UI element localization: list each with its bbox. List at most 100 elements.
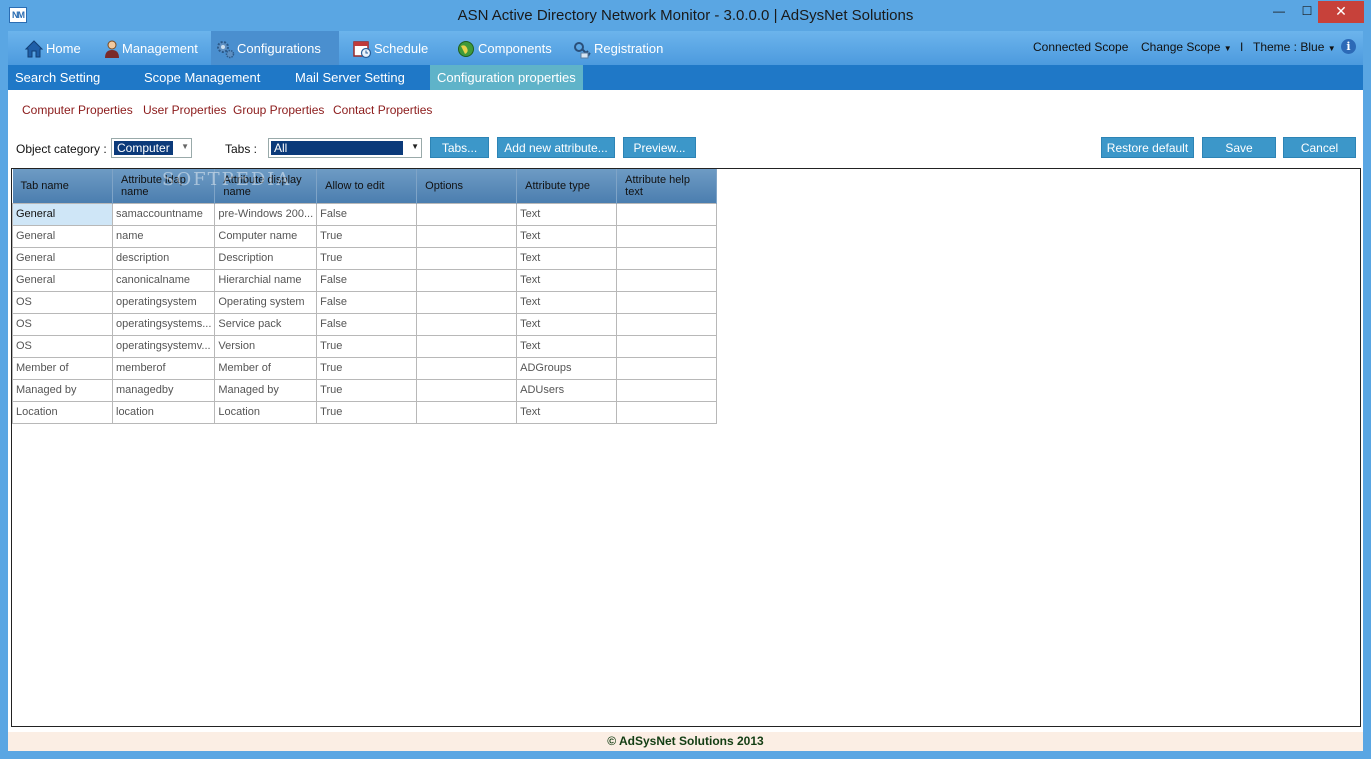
table-cell[interactable]: memberof	[111, 356, 216, 380]
table-cell[interactable]: name	[111, 224, 216, 248]
table-cell[interactable]: Operating system	[214, 290, 318, 314]
table-cell[interactable]	[616, 400, 718, 424]
table-cell[interactable]: Location	[214, 400, 318, 424]
table-cell[interactable]: Service pack	[214, 312, 318, 336]
table-cell[interactable]: True	[316, 334, 418, 358]
table-cell[interactable]	[416, 378, 518, 402]
group-properties-link[interactable]: Group Properties	[233, 103, 324, 117]
table-row[interactable]: General canonicalname Hierarchial name Fals…	[12, 268, 718, 292]
table-row[interactable]: Member of memberof Member of True ADGroups	[12, 356, 718, 380]
tabs-button[interactable]: Tabs...	[430, 137, 489, 158]
add-attribute-button[interactable]: Add new attribute...	[497, 137, 615, 158]
table-cell[interactable]: True	[316, 246, 418, 270]
table-cell[interactable]: Description	[214, 246, 318, 270]
column-header-attribute-type[interactable]: Attribute type	[516, 169, 618, 203]
table-cell[interactable]: operatingsystemv...	[111, 334, 216, 358]
nav-schedule[interactable]: Schedule	[348, 31, 428, 65]
tabs-select[interactable]: All ▼	[268, 138, 422, 158]
nav-management[interactable]: Management	[100, 31, 198, 65]
table-row[interactable]: Location location Location True Text	[12, 400, 718, 424]
table-cell[interactable]	[616, 202, 718, 226]
table-cell[interactable]	[416, 290, 518, 314]
table-cell[interactable]: ADGroups	[516, 356, 618, 380]
table-cell[interactable]: True	[316, 224, 418, 248]
table-cell[interactable]: General	[12, 268, 113, 292]
table-cell[interactable]: Member of	[12, 356, 113, 380]
table-cell[interactable]	[416, 356, 518, 380]
table-cell[interactable]	[616, 290, 718, 314]
table-cell[interactable]: samaccountname	[111, 202, 216, 226]
column-header-allow-edit[interactable]: Allow to edit	[316, 169, 418, 203]
table-cell[interactable]: False	[316, 202, 418, 226]
table-cell[interactable]	[616, 268, 718, 292]
table-cell[interactable]: ADUsers	[516, 378, 618, 402]
table-cell[interactable]: description	[111, 246, 216, 270]
table-cell[interactable]	[416, 312, 518, 336]
table-cell[interactable]	[616, 246, 718, 270]
table-cell[interactable]: Location	[12, 400, 113, 424]
object-category-select[interactable]: Computer ▼	[111, 138, 192, 158]
table-cell[interactable]: True	[316, 400, 418, 424]
tab-search-setting[interactable]: Search Setting	[8, 65, 107, 90]
table-cell[interactable]	[416, 224, 518, 248]
column-header-options[interactable]: Options	[416, 169, 518, 203]
table-cell[interactable]: managedby	[111, 378, 216, 402]
table-cell[interactable]: Managed by	[12, 378, 113, 402]
table-cell[interactable]	[416, 334, 518, 358]
table-cell[interactable]: Managed by	[214, 378, 318, 402]
table-cell[interactable]: canonicalname	[111, 268, 216, 292]
table-cell[interactable]: Text	[516, 268, 618, 292]
table-cell[interactable]: General	[12, 202, 113, 226]
table-cell[interactable]	[416, 202, 518, 226]
table-cell[interactable]: True	[316, 378, 418, 402]
table-cell[interactable]: True	[316, 356, 418, 380]
table-cell[interactable]: Text	[516, 400, 618, 424]
tab-scope-management[interactable]: Scope Management	[137, 65, 267, 90]
info-icon[interactable]: i	[1341, 39, 1356, 54]
table-cell[interactable]	[616, 378, 718, 402]
table-cell[interactable]: False	[316, 312, 418, 336]
table-cell[interactable]	[416, 268, 518, 292]
table-cell[interactable]: Text	[516, 224, 618, 248]
table-cell[interactable]: operatingsystems...	[111, 312, 216, 336]
computer-properties-link[interactable]: Computer Properties	[22, 103, 133, 117]
nav-configurations[interactable]: Configurations	[211, 31, 339, 65]
table-row[interactable]: General description Description True Text	[12, 246, 718, 270]
table-cell[interactable]: Member of	[214, 356, 318, 380]
table-cell[interactable]: location	[111, 400, 216, 424]
table-cell[interactable]: OS	[12, 312, 113, 336]
table-cell[interactable]: Version	[214, 334, 318, 358]
minimize-button[interactable]: —	[1265, 1, 1293, 23]
table-cell[interactable]	[616, 224, 718, 248]
table-row[interactable]: OS operatingsystem Operating system False Te…	[12, 290, 718, 314]
tab-configuration-properties[interactable]: Configuration properties	[430, 65, 583, 90]
table-cell[interactable]: General	[12, 224, 113, 248]
user-properties-link[interactable]: User Properties	[143, 103, 226, 117]
cancel-button[interactable]: Cancel	[1283, 137, 1356, 158]
close-button[interactable]: ✕	[1318, 1, 1364, 23]
theme-dropdown[interactable]: Theme : Blue ▼	[1253, 31, 1336, 65]
table-row[interactable]: General samaccountname pre-Windows 200... F…	[12, 202, 718, 226]
table-row[interactable]: OS operatingsystemv... Version True Text	[12, 334, 718, 358]
maximize-button[interactable]: ☐	[1293, 1, 1321, 23]
table-cell[interactable]: Hierarchial name	[214, 268, 318, 292]
restore-default-button[interactable]: Restore default	[1101, 137, 1194, 158]
table-cell[interactable]: pre-Windows 200...	[214, 202, 318, 226]
table-cell[interactable]: Text	[516, 334, 618, 358]
table-cell[interactable]: Computer name	[214, 224, 318, 248]
save-button[interactable]: Save	[1202, 137, 1276, 158]
nav-components[interactable]: Components	[452, 31, 552, 65]
contact-properties-link[interactable]: Contact Properties	[333, 103, 432, 117]
table-cell[interactable]: False	[316, 268, 418, 292]
table-row[interactable]: Managed by managedby Managed by True ADUsers	[12, 378, 718, 402]
column-header-help-text[interactable]: Attribute help text	[616, 169, 718, 203]
table-cell[interactable]: OS	[12, 334, 113, 358]
nav-home[interactable]: Home	[20, 31, 81, 65]
table-cell[interactable]: Text	[516, 312, 618, 336]
table-cell[interactable]	[416, 246, 518, 270]
table-cell[interactable]: False	[316, 290, 418, 314]
table-cell[interactable]: OS	[12, 290, 113, 314]
nav-registration[interactable]: Registration	[568, 31, 663, 65]
table-cell[interactable]	[616, 312, 718, 336]
table-cell[interactable]: operatingsystem	[111, 290, 216, 314]
